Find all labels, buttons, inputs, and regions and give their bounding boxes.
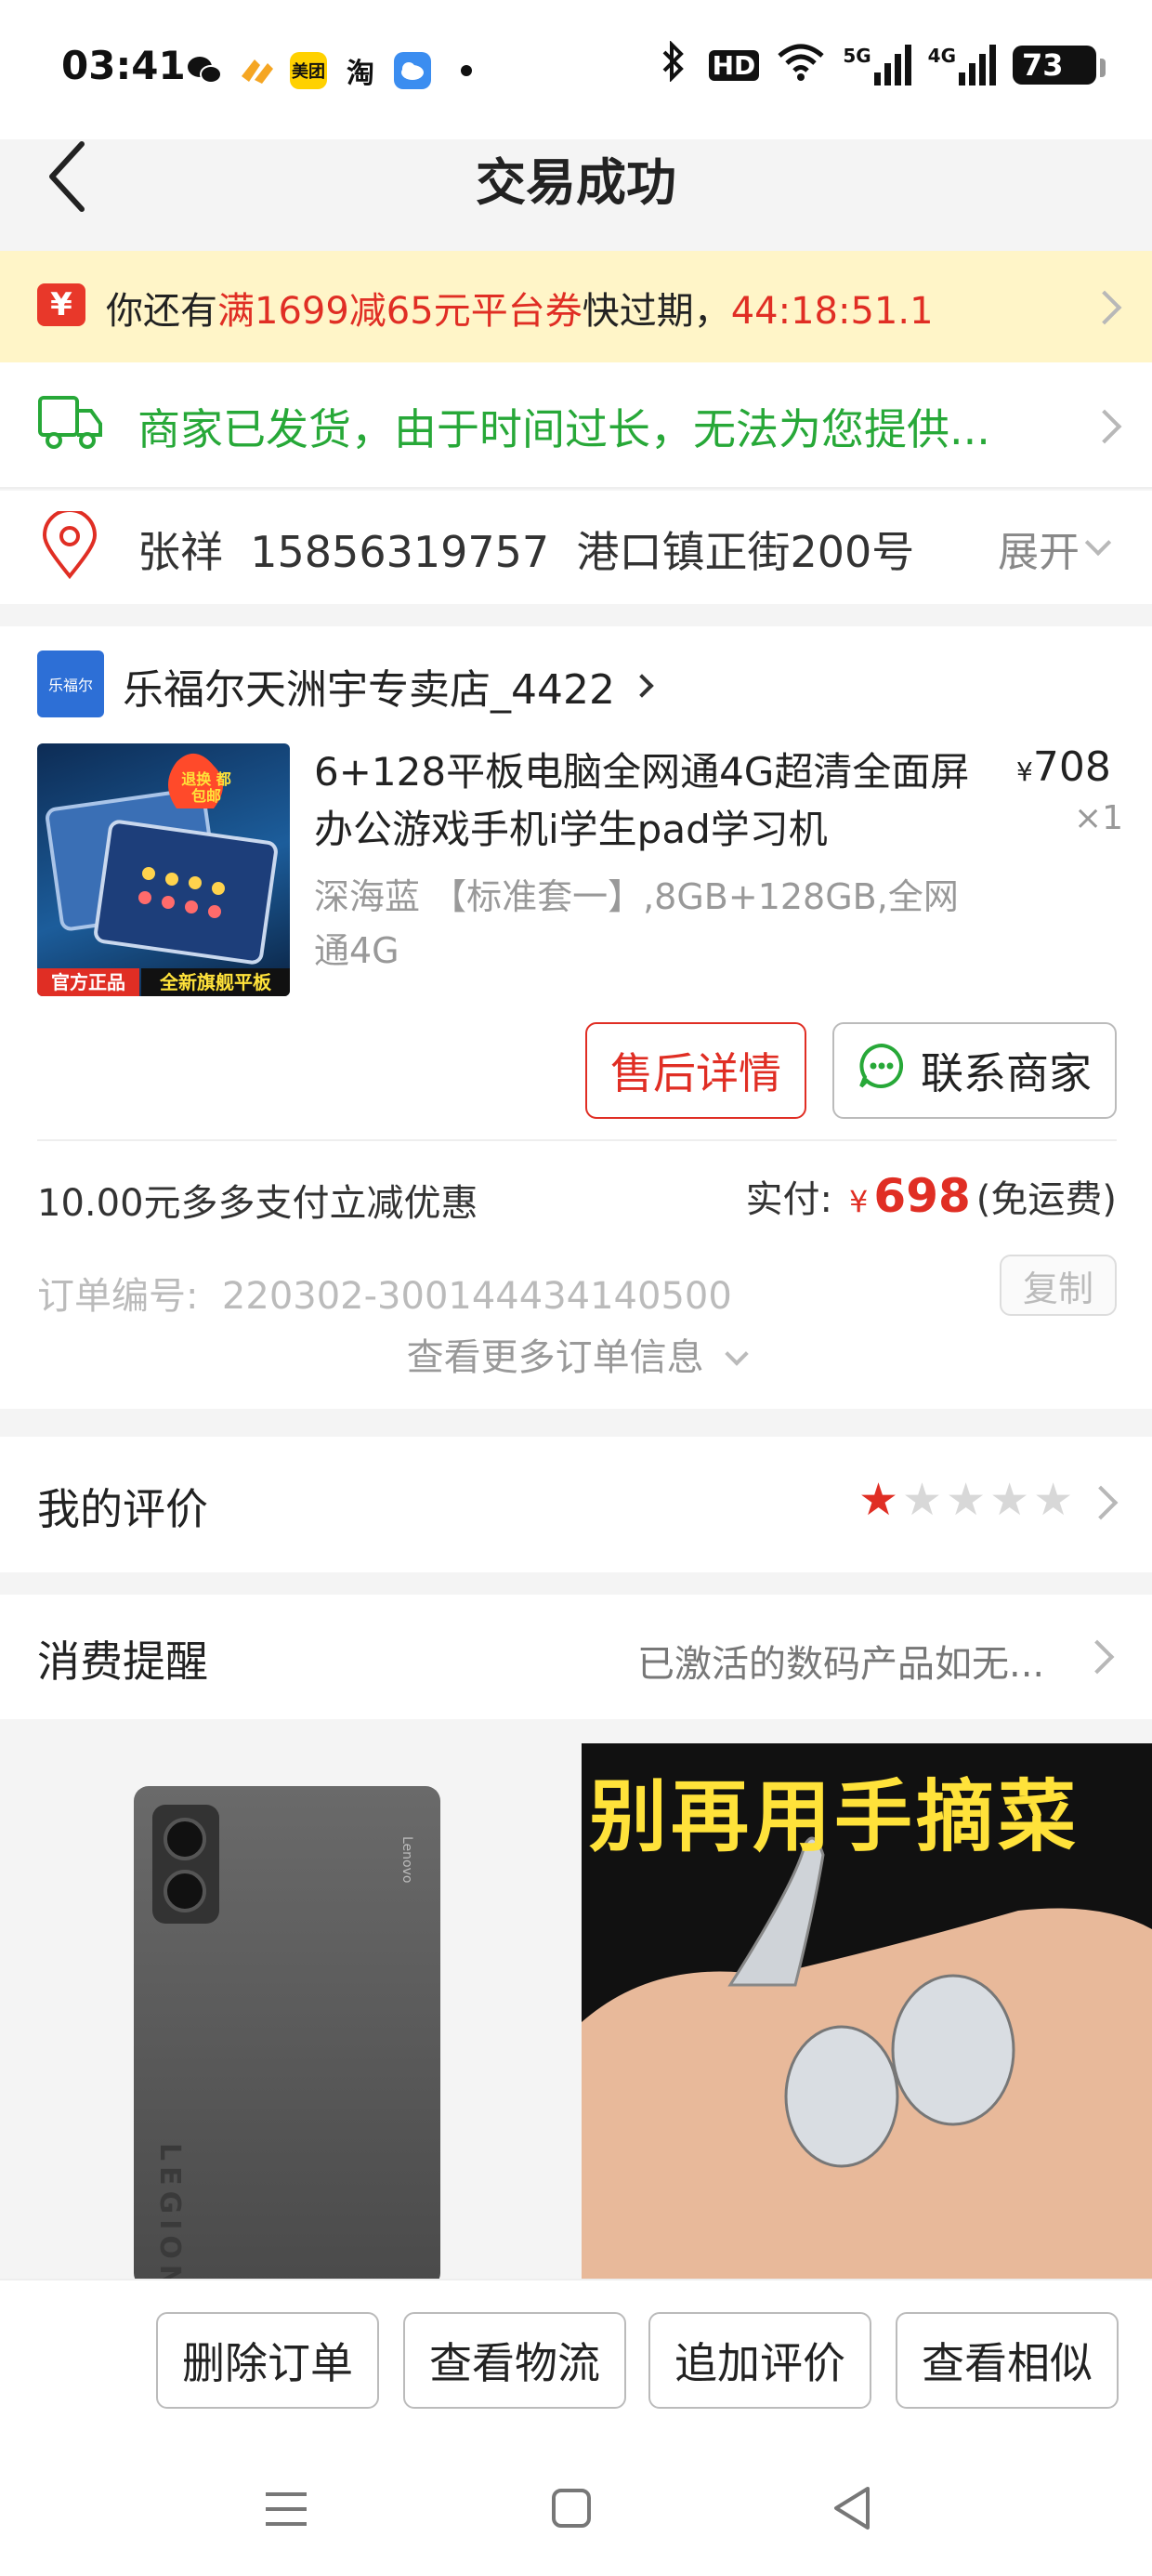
bluetooth-icon bbox=[655, 40, 692, 89]
product-title[interactable]: 6+128平板电脑全网通4G超清全面屏办公游戏手机i学生pad学习机 bbox=[314, 743, 983, 859]
meituan-icon: 美团 bbox=[290, 52, 327, 89]
recommended-product-tablet[interactable]: Lenovo LEGION bbox=[0, 1743, 570, 2293]
product-price: ¥708 bbox=[1016, 743, 1111, 791]
product-spec: 深海蓝 【标准套一】,8GB+128GB,全网通4G bbox=[314, 876, 959, 971]
notification-dot-icon bbox=[461, 65, 472, 76]
contact-merchant-label: 联系商家 bbox=[921, 1048, 1092, 1098]
status-right: HD 5G 4G 73 bbox=[655, 40, 1106, 89]
system-navigation-bar bbox=[0, 2463, 1152, 2556]
order-number-value: 220302-300144434140500 bbox=[221, 1275, 732, 1318]
coupon-countdown: 44:18:51.1 bbox=[730, 290, 934, 333]
contact-merchant-button[interactable]: 联系商家 bbox=[832, 1022, 1117, 1119]
wechat-icon bbox=[186, 52, 223, 89]
consumer-reminder-label: 消费提醒 bbox=[37, 1636, 208, 1687]
back-nav-icon[interactable] bbox=[831, 2485, 873, 2535]
menu-icon[interactable] bbox=[264, 2489, 308, 2533]
price-value: 708 bbox=[1032, 743, 1111, 791]
copy-order-number-button[interactable]: 复制 bbox=[1000, 1255, 1117, 1316]
app-orange-icon bbox=[238, 52, 275, 89]
recommended-headline: 别再用手摘菜 bbox=[589, 1771, 1080, 1862]
shipping-fee-note: (免运费) bbox=[975, 1178, 1117, 1221]
paid-amount: 698 bbox=[873, 1169, 971, 1223]
consumer-reminder-value: 已激活的数码产品如无... bbox=[637, 1643, 1045, 1686]
weather-icon bbox=[394, 52, 431, 89]
signal-4g-icon: 4G bbox=[928, 45, 996, 85]
battery-indicator: 73 bbox=[1013, 46, 1106, 85]
recipient-name: 张祥 bbox=[137, 527, 223, 577]
star-filled-icon: ★ bbox=[858, 1474, 899, 1526]
coupon-icon: ¥ bbox=[37, 283, 85, 326]
product-image[interactable]: 退换 都包邮 官方正品 全新旗舰平板 bbox=[37, 743, 290, 996]
view-logistics-button[interactable]: 查看物流 bbox=[403, 2312, 626, 2409]
divider bbox=[37, 1139, 1117, 1141]
status-time: 03:41 bbox=[61, 43, 186, 88]
store-name: 乐福尔天洲宇专卖店_4422 bbox=[123, 666, 615, 714]
price-currency: ¥ bbox=[1016, 756, 1033, 787]
tablet-logo: Lenovo bbox=[399, 1836, 414, 1884]
paid-label: 实付: bbox=[745, 1178, 833, 1221]
expand-label: 展开 bbox=[998, 529, 1080, 576]
star-empty-icon: ★ bbox=[902, 1474, 943, 1526]
chevron-right-icon bbox=[630, 674, 654, 698]
coupon-middle: 快过期， bbox=[582, 290, 731, 333]
discount-text: 10.00元多多支付立减优惠 bbox=[37, 1182, 478, 1225]
review-stars: ★ ★ ★ ★ ★ bbox=[858, 1474, 1073, 1526]
product-badge-right: 全新旗舰平板 bbox=[141, 968, 290, 996]
wifi-icon bbox=[776, 41, 826, 89]
recipient-street: 港口镇正街200号 bbox=[576, 527, 915, 577]
product-badge-top: 退换 都包邮 bbox=[181, 770, 231, 805]
page-title: 交易成功 bbox=[476, 153, 676, 212]
star-empty-icon: ★ bbox=[1033, 1474, 1074, 1526]
location-pin-icon bbox=[41, 508, 98, 584]
tablet-brand: LEGION bbox=[153, 2143, 186, 2294]
my-review-label: 我的评价 bbox=[37, 1484, 208, 1534]
coupon-highlight: 满1699减65元平台券 bbox=[217, 290, 583, 333]
coupon-text: 你还有满1699减65元平台券快过期，44:18:51.1 bbox=[106, 281, 934, 335]
paid-amount-row: 实付: ¥ 698 (免运费) bbox=[746, 1169, 1117, 1223]
address-text: 张祥 15856319757 港口镇正街200号 bbox=[137, 519, 914, 580]
camera-module bbox=[152, 1805, 219, 1924]
order-number: 订单编号: 220302-300144434140500 bbox=[37, 1266, 732, 1320]
hd-badge: HD bbox=[708, 49, 760, 81]
taobao-icon: 淘 bbox=[342, 52, 379, 90]
view-similar-button[interactable]: 查看相似 bbox=[896, 2312, 1119, 2409]
home-icon[interactable] bbox=[550, 2487, 593, 2533]
store-name-link[interactable]: 乐福尔天洲宇专卖店_4422 bbox=[123, 656, 654, 716]
order-number-label: 订单编号: bbox=[37, 1275, 199, 1318]
expand-address-button[interactable]: 展开 bbox=[998, 519, 1112, 578]
chevron-down-icon bbox=[725, 1342, 750, 1366]
star-empty-icon: ★ bbox=[946, 1474, 987, 1526]
signal-5g-icon: 5G bbox=[843, 45, 911, 85]
star-empty-icon: ★ bbox=[989, 1474, 1030, 1526]
add-review-button[interactable]: 追加评价 bbox=[648, 2312, 871, 2409]
recipient-phone: 15856319757 bbox=[250, 527, 550, 577]
delete-order-button[interactable]: 删除订单 bbox=[156, 2312, 379, 2409]
product-quantity: ×1 bbox=[1074, 799, 1124, 837]
coupon-prefix: 你还有 bbox=[106, 290, 217, 333]
chevron-down-icon bbox=[1084, 529, 1112, 557]
aftersale-details-button[interactable]: 售后详情 bbox=[585, 1022, 806, 1119]
paid-currency: ¥ bbox=[849, 1184, 869, 1219]
store-logo: 乐福尔 bbox=[37, 651, 104, 717]
more-info-label: 查看更多订单信息 bbox=[406, 1336, 704, 1379]
shipping-status-text: 商家已发货，由于时间过长，无法为您提供... bbox=[137, 404, 990, 454]
chat-icon bbox=[857, 1042, 906, 1100]
view-more-order-info[interactable]: 查看更多订单信息 bbox=[0, 1327, 1152, 1381]
product-badge-left: 官方正品 bbox=[37, 968, 139, 996]
truck-icon bbox=[37, 392, 104, 455]
